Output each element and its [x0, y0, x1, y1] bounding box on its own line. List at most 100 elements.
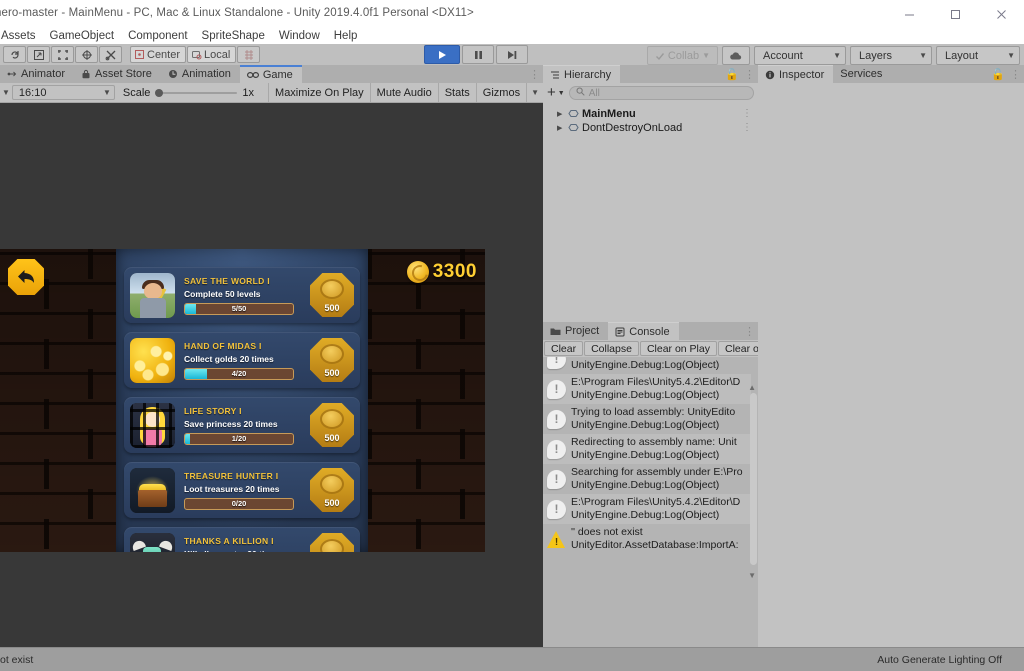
space-local-button[interactable]: Local [187, 46, 237, 63]
gizmos-dropdown-arrow[interactable]: ▼ [526, 83, 543, 102]
console-log-row[interactable]: ! Redirecting to assembly name: Unit Uni… [543, 434, 751, 464]
menu-assets[interactable]: Assets [0, 28, 43, 44]
info-icon: ! [547, 379, 566, 399]
grid-snap-icon[interactable] [237, 46, 261, 63]
gizmos-button[interactable]: Gizmos [475, 83, 527, 102]
menu-component[interactable]: Component [121, 28, 194, 44]
achievement-card[interactable]: THANKS A KILLION I Kill all monster 20 t… [124, 527, 360, 552]
console-menu-icon[interactable]: ⋮ [744, 325, 755, 338]
hierarchy-menu-icon[interactable]: ⋮ [744, 68, 755, 81]
expand-arrow-icon[interactable]: ▶ [557, 124, 565, 132]
cloud-icon[interactable] [722, 46, 750, 65]
lock-icon[interactable]: 🔓 [991, 68, 1005, 81]
console-log-row[interactable]: ! E:\Program Files\Unity5.4.2\Editor\D U… [543, 494, 751, 524]
hierarchy-row-menu-icon[interactable]: ⋮ [742, 122, 752, 133]
scale-slider[interactable] [155, 86, 238, 99]
tab-asset-store[interactable]: Asset Store [74, 65, 161, 83]
achievement-reward[interactable]: 500 [310, 273, 354, 317]
inspector-body[interactable] [758, 83, 1024, 647]
layout-dropdown[interactable]: Layout ▼ [936, 46, 1020, 65]
clear-button[interactable]: Clear [544, 341, 584, 356]
game-view[interactable]: 3300 SAVE THE WORLD I Complete 50 levels [0, 103, 543, 647]
tab-game[interactable]: Game [239, 65, 302, 83]
account-dropdown[interactable]: Account ▼ [754, 46, 846, 65]
menu-spriteshape[interactable]: SpriteShape [195, 28, 272, 44]
close-icon[interactable] [978, 0, 1024, 28]
expand-arrow-icon[interactable]: ▶ [557, 110, 565, 118]
stats-button[interactable]: Stats [437, 83, 476, 102]
clear-on-build-button[interactable]: Clear on Bu [717, 341, 758, 356]
inspector-menu-icon[interactable]: ⋮ [1010, 68, 1021, 81]
tab-inspector[interactable]: Inspector [758, 65, 834, 83]
achievement-desc: Complete 50 levels [184, 288, 261, 299]
pivot-center-button[interactable]: Center [130, 46, 187, 63]
hierarchy-tree[interactable]: ▶ MainMenu ⋮ ▶ DontDestroyOnLoad ⋮ [543, 107, 758, 324]
scale-slider-track [155, 91, 238, 94]
console-log-list[interactable]: ! Searching for assembly under E:\P Unit… [543, 357, 758, 665]
menu-window[interactable]: Window [272, 28, 327, 44]
game-panel-menu-icon[interactable]: ⋮ [529, 68, 540, 81]
console-log-row[interactable]: ! Searching for assembly under E:\Pro Un… [543, 464, 751, 494]
collapse-button[interactable]: Collapse [584, 341, 639, 356]
add-gameobject-button[interactable]: + ▼ [547, 85, 565, 100]
achievement-reward[interactable]: 500 [310, 468, 354, 512]
move-tool-icon[interactable] [27, 46, 50, 63]
scroll-down-arrow-icon[interactable]: ▼ [748, 571, 756, 580]
transform-tool-icon[interactable] [99, 46, 122, 63]
hierarchy-tab-icons[interactable]: 🔓 ⋮ [725, 68, 755, 81]
console-log-row[interactable]: ! '' does not exist UnityEditor.AssetDat… [543, 524, 751, 554]
tab-console[interactable]: Console [608, 322, 679, 340]
aspect-ratio-dropdown[interactable]: 16:10 ▼ [11, 85, 115, 100]
mute-audio-button[interactable]: Mute Audio [369, 83, 438, 102]
achievement-reward[interactable]: 500 [310, 403, 354, 447]
tab-animation[interactable]: Animation [160, 65, 240, 83]
inspector-tab-icons[interactable]: 🔓 ⋮ [991, 68, 1021, 81]
statusbar[interactable]: ot exist Auto Generate Lighting Off [0, 647, 1024, 671]
hierarchy-row-mainmenu[interactable]: ▶ MainMenu ⋮ [543, 107, 758, 121]
achievement-reward[interactable]: 500 [310, 533, 354, 552]
maximize-on-play-button[interactable]: Maximize On Play [268, 83, 370, 102]
achievement-progress-text: 0/20 [231, 498, 247, 508]
scale-slider-knob[interactable] [155, 89, 164, 97]
lock-icon[interactable]: 🔓 [725, 68, 739, 81]
hierarchy-row-dontdestroyonload[interactable]: ▶ DontDestroyOnLoad ⋮ [543, 121, 758, 135]
rect-tool-icon[interactable] [51, 46, 74, 63]
search-icon [576, 87, 585, 99]
collab-button[interactable]: Collab ▼ [646, 46, 718, 65]
play-button[interactable] [424, 45, 460, 64]
layers-dropdown[interactable]: Layers ▼ [850, 46, 932, 65]
achievement-card[interactable]: SAVE THE WORLD I Complete 50 levels 5/50 [124, 267, 360, 323]
scale-tool-icon[interactable] [75, 46, 98, 63]
achievement-reward[interactable]: 500 [310, 338, 354, 382]
tab-game-label: Game [262, 69, 293, 81]
tab-hierarchy[interactable]: Hierarchy [543, 65, 621, 83]
maximize-icon[interactable] [932, 0, 978, 28]
layers-label: Layers [859, 49, 893, 62]
hierarchy-search-input[interactable]: All [568, 86, 754, 100]
tab-services[interactable]: Services [833, 65, 892, 83]
tab-project[interactable]: Project [543, 322, 609, 340]
console-log-row[interactable]: ! Searching for assembly under E:\P Unit… [543, 357, 751, 374]
tab-animator[interactable]: Animator [0, 65, 75, 83]
console-scrollbar[interactable] [750, 393, 757, 565]
minimize-icon[interactable] [886, 0, 932, 28]
hierarchy-row-menu-icon[interactable]: ⋮ [742, 108, 752, 119]
achievement-reward-amount: 500 [324, 368, 340, 378]
game-render-surface[interactable]: 3300 SAVE THE WORLD I Complete 50 levels [0, 249, 485, 552]
tab-console-label: Console [629, 325, 670, 338]
clear-on-play-button[interactable]: Clear on Play [639, 341, 717, 356]
menu-gameobject[interactable]: GameObject [43, 28, 122, 44]
hand-tool-icon[interactable] [3, 46, 26, 63]
console-log-row[interactable]: ! Trying to load assembly: UnityEdito Un… [543, 404, 751, 434]
achievement-card[interactable]: HAND OF MIDAS I Collect golds 20 times 4… [124, 332, 360, 388]
scroll-up-arrow-icon[interactable]: ▲ [748, 383, 756, 392]
achievement-card[interactable]: LIFE STORY I Save princess 20 times 1/20 [124, 397, 360, 453]
achievement-progress-text: 4/20 [231, 368, 247, 378]
scale-control[interactable]: Scale 1x [123, 86, 254, 99]
console-log-row[interactable]: ! E:\Program Files\Unity5.4.2\Editor\D U… [543, 374, 751, 404]
back-button[interactable] [8, 259, 44, 295]
menu-help[interactable]: Help [327, 28, 365, 44]
achievement-card[interactable]: TREASURE HUNTER I Loot treasures 20 time… [124, 462, 360, 518]
step-button[interactable] [496, 45, 528, 64]
pause-button[interactable] [462, 45, 494, 64]
